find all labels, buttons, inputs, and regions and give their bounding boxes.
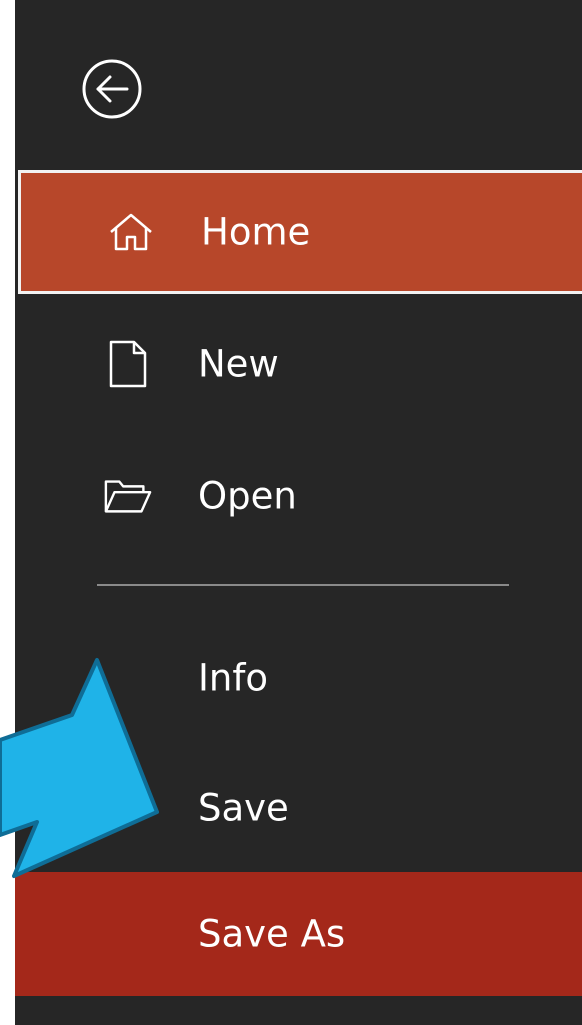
new-document-icon xyxy=(103,339,153,389)
nav-item-label: Home xyxy=(201,210,311,254)
nav-item-label: Save xyxy=(198,786,289,830)
nav-item-label: New xyxy=(198,342,279,386)
screenshot-stage: Home New Open Info Save Save As xyxy=(0,0,582,1025)
nav-item-info[interactable]: Info xyxy=(15,616,582,740)
home-icon xyxy=(106,207,156,257)
back-button[interactable] xyxy=(80,57,144,121)
nav-item-label: Save As xyxy=(198,912,346,956)
nav-item-save[interactable]: Save xyxy=(15,746,582,870)
nav-item-label: Open xyxy=(198,474,297,518)
nav-item-save-as[interactable]: Save As xyxy=(15,872,582,996)
nav-item-new[interactable]: New xyxy=(15,302,582,426)
nav-item-open[interactable]: Open xyxy=(15,434,582,558)
open-folder-icon xyxy=(103,471,153,521)
nav-item-home[interactable]: Home xyxy=(18,170,582,294)
nav-item-label: Info xyxy=(198,656,269,700)
nav-divider xyxy=(97,584,509,586)
back-arrow-circle-icon xyxy=(82,59,142,119)
